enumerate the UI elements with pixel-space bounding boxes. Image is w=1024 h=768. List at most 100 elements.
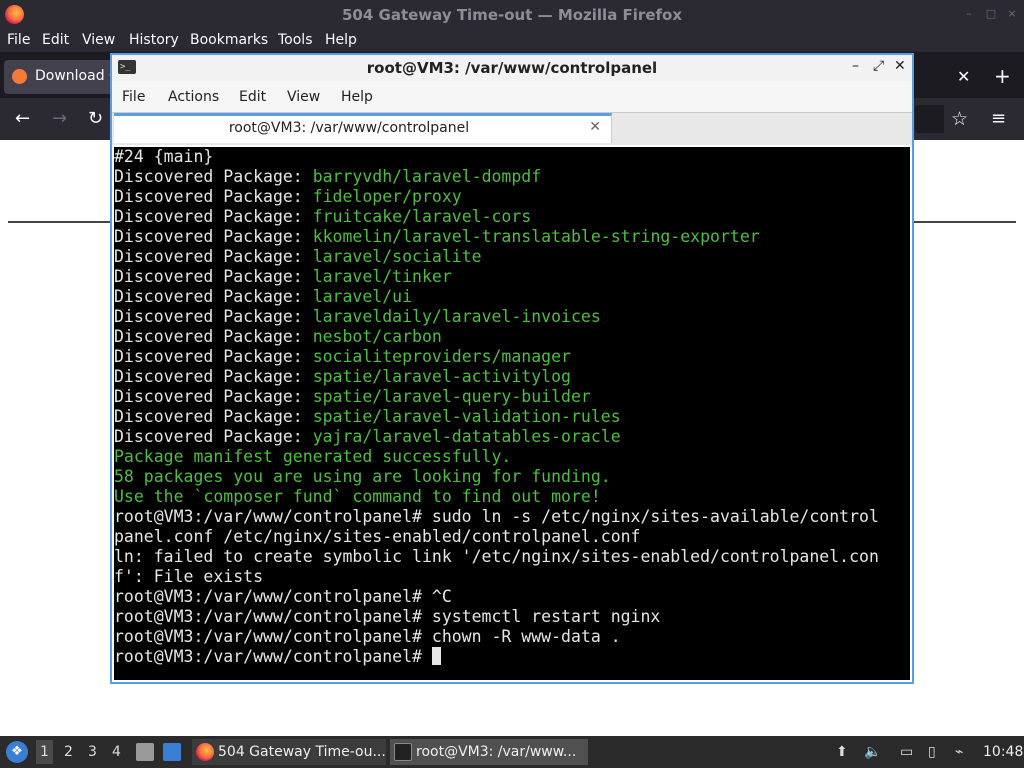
tab-favicon-icon xyxy=(12,69,27,84)
terminal-menu-actions[interactable]: Actions xyxy=(168,89,219,105)
taskbar-task-terminal[interactable]: root@VM3: /var/www... xyxy=(390,739,588,765)
terminal-line: Discovered Package: laravel/tinker xyxy=(114,267,879,287)
terminal-line: Discovered Package: barryvdh/laravel-dom… xyxy=(114,167,879,187)
new-tab-icon[interactable]: + xyxy=(994,64,1011,88)
package-name: nesbot/carbon xyxy=(312,327,442,346)
back-icon[interactable]: ← xyxy=(15,108,30,129)
terminal-line: f': File exists xyxy=(114,567,264,586)
tab-close-icon[interactable]: ✕ xyxy=(957,67,970,86)
line-prefix: Discovered Package: xyxy=(114,187,313,206)
line-prefix: Discovered Package: xyxy=(114,227,313,246)
package-name: laravel/socialite xyxy=(312,247,482,266)
prompt: root@VM3:/var/www/controlpanel# xyxy=(114,647,432,666)
package-name: fideloper/proxy xyxy=(312,187,462,206)
terminal-line: ln: failed to create symbolic link '/etc… xyxy=(114,547,879,566)
package-name: spatie/laravel-validation-rules xyxy=(312,407,621,426)
network-icon[interactable]: ⌁ xyxy=(955,744,963,760)
maximize-icon[interactable]: □ xyxy=(985,8,997,20)
terminal-line: Use the `composer fund` command to find … xyxy=(114,487,601,506)
menu-edit[interactable]: Edit xyxy=(42,32,69,48)
menu-file[interactable]: File xyxy=(7,32,30,48)
terminal-line: Discovered Package: nesbot/carbon xyxy=(114,327,879,347)
display-icon[interactable]: ▭ xyxy=(900,744,913,760)
task-label: 504 Gateway Time-ou... xyxy=(218,744,386,760)
terminal-tabbar: root@VM3: /var/www/controlpanel ✕ xyxy=(112,113,912,145)
package-name: spatie/laravel-query-builder xyxy=(312,387,591,406)
line-prefix: Discovered Package: xyxy=(114,287,313,306)
volume-icon[interactable]: 🔈 xyxy=(864,744,881,760)
bookmark-star-icon[interactable]: ☆ xyxy=(951,108,968,130)
package-name: socialiteproviders/manager xyxy=(312,347,571,366)
terminal-menu-view[interactable]: View xyxy=(287,89,320,105)
minimize-icon[interactable]: – xyxy=(963,8,975,20)
terminal-icon xyxy=(394,743,412,761)
clipboard-icon[interactable]: ▯ xyxy=(928,744,936,760)
minimize-icon[interactable]: – xyxy=(852,58,859,74)
taskbar: ❖ 1 2 3 4 504 Gateway Time-ou... root@VM… xyxy=(0,736,1024,768)
url-bar[interactable] xyxy=(915,105,944,133)
package-name: laravel/ui xyxy=(312,287,413,306)
line-prefix: Discovered Package: xyxy=(114,307,313,326)
menu-bookmarks[interactable]: Bookmarks xyxy=(190,32,268,48)
terminal-line: root@VM3:/var/www/controlpanel# chown -R… xyxy=(114,627,621,646)
maximize-icon[interactable]: ⤢ xyxy=(873,58,884,74)
menu-tools[interactable]: Tools xyxy=(278,32,313,48)
line-prefix: Discovered Package: xyxy=(114,247,313,266)
file-manager-icon[interactable] xyxy=(136,743,154,761)
terminal-line: 58 packages you are using are looking fo… xyxy=(114,467,611,486)
firefox-tab[interactable]: Download Q xyxy=(4,60,113,94)
terminal-lines: #24 {main} Discovered Package: barryvdh/l… xyxy=(114,147,879,667)
package-name: fruitcake/laravel-cors xyxy=(312,207,532,226)
terminal-prompt-line[interactable]: root@VM3:/var/www/controlpanel# xyxy=(114,647,879,667)
menu-help[interactable]: Help xyxy=(325,32,357,48)
terminal-line: Discovered Package: socialiteproviders/m… xyxy=(114,347,879,367)
hamburger-menu-icon[interactable]: ≡ xyxy=(991,108,1006,129)
package-name: laravel/tinker xyxy=(312,267,452,286)
line-prefix: Discovered Package: xyxy=(114,347,313,366)
show-desktop-icon[interactable] xyxy=(163,743,181,761)
task-label: root@VM3: /var/www... xyxy=(416,744,577,760)
terminal-window: >_ root@VM3: /var/www/controlpanel – ⤢ ✕… xyxy=(110,53,914,684)
workspace-4[interactable]: 4 xyxy=(112,744,121,760)
line-prefix: Discovered Package: xyxy=(114,407,313,426)
terminal-menu-help[interactable]: Help xyxy=(341,89,373,105)
line-prefix: Discovered Package: xyxy=(114,427,313,446)
menu-view[interactable]: View xyxy=(82,32,115,48)
terminal-line: Discovered Package: fideloper/proxy xyxy=(114,187,879,207)
terminal-window-title: root@VM3: /var/www/controlpanel xyxy=(366,59,658,77)
menu-history[interactable]: History xyxy=(129,32,179,48)
tab-close-icon[interactable]: ✕ xyxy=(589,119,601,135)
terminal-line: root@VM3:/var/www/controlpanel# ^C xyxy=(114,587,452,606)
start-menu-icon[interactable]: ❖ xyxy=(6,741,28,763)
updates-icon[interactable]: ⬆ xyxy=(836,744,848,760)
reload-icon[interactable]: ↻ xyxy=(88,108,103,129)
package-name: kkomelin/laravel-translatable-string-exp… xyxy=(312,227,760,246)
terminal-tab[interactable]: root@VM3: /var/www/controlpanel ✕ xyxy=(114,113,612,143)
workspace-1[interactable]: 1 xyxy=(36,740,53,764)
terminal-line: Discovered Package: kkomelin/laravel-tra… xyxy=(114,227,879,247)
text-cursor xyxy=(431,647,441,665)
line-prefix: Discovered Package: xyxy=(114,207,313,226)
taskbar-task-firefox[interactable]: 504 Gateway Time-ou... xyxy=(192,739,386,765)
firefox-menubar: File Edit View History Bookmarks Tools H… xyxy=(0,30,1024,52)
terminal-menu-edit[interactable]: Edit xyxy=(239,89,266,105)
terminal-line: Discovered Package: yajra/laravel-datata… xyxy=(114,427,879,447)
line-prefix: Discovered Package: xyxy=(114,167,313,186)
terminal-titlebar[interactable]: >_ root@VM3: /var/www/controlpanel – ⤢ ✕ xyxy=(112,55,912,81)
firefox-window-title: 504 Gateway Time-out — Mozilla Firefox xyxy=(341,6,683,24)
terminal-line: root@VM3:/var/www/controlpanel# sudo ln … xyxy=(114,507,879,526)
close-icon[interactable]: × xyxy=(1006,8,1018,20)
package-name: barryvdh/laravel-dompdf xyxy=(312,167,542,186)
terminal-menu-file[interactable]: File xyxy=(122,89,145,105)
terminal-output[interactable]: #24 {main} Discovered Package: barryvdh/l… xyxy=(114,147,910,680)
terminal-line: Discovered Package: spatie/laravel-activ… xyxy=(114,367,879,387)
line-prefix: Discovered Package: xyxy=(114,267,313,286)
forward-icon[interactable]: → xyxy=(52,108,67,129)
firefox-icon xyxy=(196,743,214,761)
workspace-2[interactable]: 2 xyxy=(64,744,73,760)
package-name: yajra/laravel-datatables-oracle xyxy=(312,427,621,446)
close-icon[interactable]: ✕ xyxy=(894,58,906,74)
terminal-line: root@VM3:/var/www/controlpanel# systemct… xyxy=(114,607,661,626)
workspace-3[interactable]: 3 xyxy=(88,744,97,760)
package-name: spatie/laravel-activitylog xyxy=(312,367,571,386)
